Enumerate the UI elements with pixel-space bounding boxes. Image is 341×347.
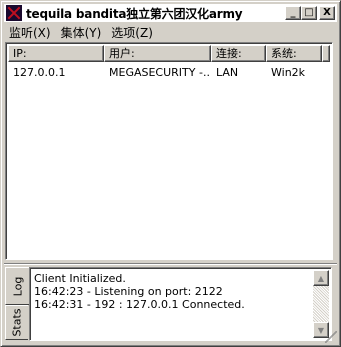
- table-row[interactable]: 127.0.0.1 MEGASECURITY -... LAN Win2k: [8, 65, 330, 81]
- column-header-connection[interactable]: 连接:: [211, 45, 266, 62]
- log-textbox[interactable]: Client Initialized. 16:42:23 - Listening…: [29, 267, 332, 341]
- cell-ip: 127.0.0.1: [13, 66, 66, 79]
- log-line: 16:42:31 - 192 : 127.0.0.1 Connected.: [34, 298, 245, 311]
- close-button[interactable]: X: [319, 6, 335, 20]
- splitter[interactable]: [4, 263, 337, 265]
- title-bar[interactable]: tequila bandita独立第六团汉化army _ □ X: [4, 4, 337, 22]
- tab-stats-label: Stats: [10, 308, 24, 337]
- log-line: 16:42:23 - Listening on port: 2122: [34, 285, 223, 298]
- vertical-tabs: Log Stats: [5, 267, 30, 341]
- scroll-track[interactable]: [313, 286, 329, 322]
- column-header-ip[interactable]: IP:: [8, 45, 104, 62]
- app-icon[interactable]: [6, 5, 22, 21]
- column-header-user[interactable]: 用户:: [104, 45, 211, 62]
- scroll-up-button[interactable]: ▲: [313, 270, 329, 286]
- cell-system: Win2k: [271, 66, 306, 79]
- resize-grip-icon[interactable]: [325, 331, 337, 343]
- log-lines: Client Initialized. 16:42:23 - Listening…: [34, 272, 313, 311]
- column-header-system[interactable]: 系统:: [266, 45, 322, 62]
- main-window: tequila bandita独立第六团汉化army _ □ X 监听(X) 集…: [0, 0, 341, 347]
- window-title: tequila bandita独立第六团汉化army: [26, 6, 243, 21]
- column-header-filler: [322, 45, 330, 62]
- clients-list[interactable]: IP: 用户: 连接: 系统: 127.0.0.1 MEGASECURITY -…: [5, 42, 333, 260]
- window-controls: _ □ X: [285, 6, 335, 20]
- list-header: IP: 用户: 连接: 系统:: [8, 45, 330, 62]
- tab-stats[interactable]: Stats: [5, 305, 28, 340]
- maximize-button[interactable]: □: [301, 6, 317, 20]
- menu-listen[interactable]: 监听(X): [4, 24, 56, 41]
- cell-user: MEGASECURITY -...: [109, 66, 211, 79]
- log-line: Client Initialized.: [34, 272, 126, 285]
- menu-bar: 监听(X) 集体(Y) 选项(Z): [4, 23, 337, 41]
- tab-log[interactable]: Log: [5, 267, 30, 305]
- minimize-button[interactable]: _: [285, 6, 301, 20]
- tab-log-label: Log: [11, 276, 25, 296]
- menu-group[interactable]: 集体(Y): [56, 24, 107, 41]
- cell-connection: LAN: [216, 66, 239, 79]
- log-scrollbar[interactable]: ▲ ▼: [313, 270, 329, 338]
- menu-options[interactable]: 选项(Z): [106, 24, 158, 41]
